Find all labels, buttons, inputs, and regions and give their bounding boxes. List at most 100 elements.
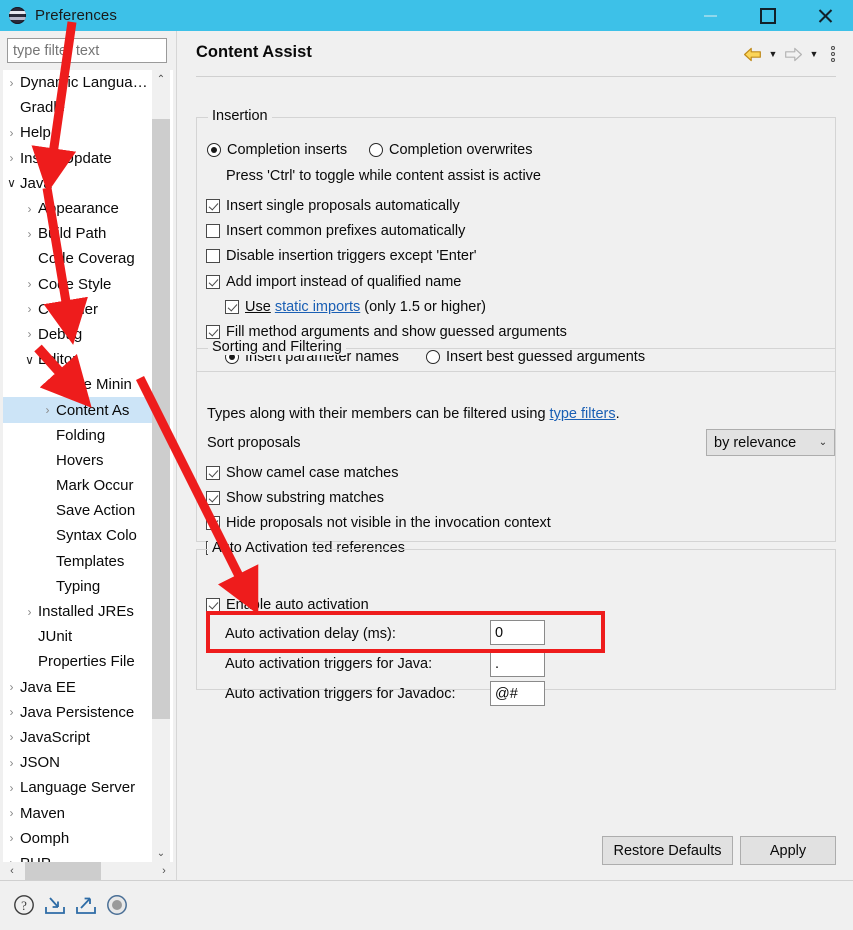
tree-item-javascript[interactable]: › JavaScript — [3, 725, 155, 750]
tree-item-maven[interactable]: › Maven — [3, 800, 155, 825]
tree-item-install-update[interactable]: › Install/Update — [3, 146, 155, 171]
close-button[interactable] — [796, 0, 853, 31]
back-history-caret-icon[interactable]: ▼ — [764, 43, 782, 65]
tree-vertical-scrollbar[interactable]: ⌃ ⌄ — [152, 70, 170, 862]
tree-item-dynamic-langua[interactable]: › Dynamic Langua… — [3, 70, 155, 95]
sort-proposals-dropdown[interactable]: by relevance ⌄ — [706, 429, 835, 456]
hide-proposals-checkbox[interactable]: Hide proposals not visible in the invoca… — [206, 515, 551, 531]
tree-item-java-persistence[interactable]: › Java Persistence — [3, 700, 155, 725]
tree-item-debug[interactable]: › Debug — [3, 322, 155, 347]
vertical-scroll-thumb[interactable] — [152, 119, 170, 719]
filter-input[interactable]: type filter text — [7, 38, 167, 63]
tree-item-code-style[interactable]: › Code Style — [3, 272, 155, 297]
chevron-right-icon[interactable]: › — [21, 328, 38, 340]
tree-item-templates[interactable]: Templates — [3, 549, 155, 574]
chevron-right-icon[interactable]: › — [3, 127, 20, 139]
tree-item-mark-occur[interactable]: Mark Occur — [3, 473, 155, 498]
chevron-down-icon[interactable]: ∨ — [21, 354, 38, 366]
tree-item-build-path[interactable]: › Build Path — [3, 221, 155, 246]
tree-item-typing[interactable]: Typing — [3, 574, 155, 599]
tree-item-java[interactable]: ∨ Java — [3, 171, 155, 196]
chevron-right-icon[interactable]: › — [21, 278, 38, 290]
view-menu-icon[interactable] — [825, 43, 841, 65]
description-suffix: . — [615, 406, 620, 422]
tree-item-json[interactable]: › JSON — [3, 750, 155, 775]
tree-item-label: Save Action — [56, 502, 136, 520]
chevron-right-icon[interactable]: › — [3, 152, 20, 164]
add-import-checkbox[interactable]: Add import instead of qualified name — [206, 274, 461, 290]
type-filters-link[interactable]: type filters — [550, 406, 616, 422]
scroll-left-icon[interactable]: ‹ — [3, 862, 21, 880]
apply-button[interactable]: Apply — [740, 836, 836, 865]
tree-item-help[interactable]: › Help — [3, 120, 155, 145]
scroll-up-icon[interactable]: ⌃ — [152, 70, 170, 88]
fill-method-arguments-checkbox[interactable]: Fill method arguments and show guessed a… — [206, 324, 567, 340]
insert-common-prefixes-checkbox[interactable]: Insert common prefixes automatically — [206, 223, 465, 239]
tree-item-content-as[interactable]: › Content As — [3, 397, 155, 423]
tree-item-label: Mark Occur — [56, 477, 134, 495]
completion-overwrites-radio[interactable]: Completion overwrites — [369, 142, 532, 158]
show-substring-checkbox[interactable]: Show substring matches — [206, 490, 384, 506]
chevron-right-icon[interactable]: › — [3, 757, 20, 769]
chevron-right-icon[interactable]: › — [3, 807, 20, 819]
auto-activation-triggers-javadoc-input[interactable]: @# — [490, 681, 545, 706]
scroll-down-icon[interactable]: ⌄ — [152, 844, 170, 862]
chevron-right-icon[interactable]: › — [21, 228, 38, 240]
disable-insertion-triggers-checkbox[interactable]: Disable insertion triggers except 'Enter… — [206, 248, 477, 264]
import-icon[interactable] — [43, 893, 67, 917]
checkbox-indicator — [206, 224, 220, 238]
tree-item-label: Java EE — [20, 678, 76, 696]
help-icon[interactable]: ? — [12, 893, 36, 917]
static-imports-suffix: (only 1.5 or higher) — [364, 299, 486, 315]
tree-item-code-coverag[interactable]: Code Coverag — [3, 246, 155, 271]
tree-item-gradle[interactable]: Gradle — [3, 95, 155, 120]
chevron-right-icon[interactable]: › — [3, 706, 20, 718]
tree-item-label: JavaScript — [20, 728, 91, 746]
tree-item-oomph[interactable]: › Oomph — [3, 826, 155, 851]
restore-defaults-button[interactable]: Restore Defaults — [602, 836, 733, 865]
tree-item-save-action[interactable]: Save Action — [3, 498, 155, 523]
chevron-right-icon[interactable]: › — [3, 77, 20, 89]
chevron-right-icon[interactable]: › — [3, 731, 20, 743]
title-bar: Preferences — [0, 0, 853, 31]
chevron-right-icon[interactable]: › — [3, 782, 20, 794]
minimize-button[interactable] — [682, 0, 739, 31]
tree-item-editor[interactable]: ∨ Editor — [3, 347, 155, 372]
tree-item-compiler[interactable]: › Compiler — [3, 297, 155, 322]
tree-item-code-minin[interactable]: Code Minin — [3, 372, 155, 397]
description-text: Types along with their members can be fi… — [207, 406, 546, 422]
tree-item-label: Debug — [38, 325, 83, 343]
chevron-right-icon[interactable]: › — [3, 681, 20, 693]
tree-item-appearance[interactable]: › Appearance — [3, 196, 155, 221]
tree-horizontal-scrollbar[interactable]: ‹ › — [3, 862, 173, 880]
oomph-recorder-icon[interactable] — [105, 893, 129, 917]
show-camel-case-checkbox[interactable]: Show camel case matches — [206, 465, 398, 481]
tree-item-java-ee[interactable]: › Java EE — [3, 675, 155, 700]
tree-item-syntax-colo[interactable]: Syntax Colo — [3, 523, 155, 548]
tree-item-folding[interactable]: Folding — [3, 423, 155, 448]
export-icon[interactable] — [74, 893, 98, 917]
tree-item-php[interactable]: ›PHP — [3, 851, 155, 862]
preferences-tree: › Dynamic Langua… Gradle › Help › Install/Upda… — [3, 70, 173, 862]
use-static-imports-checkbox[interactable]: Use static imports (only 1.5 or higher) — [225, 299, 486, 315]
tree-item-language-server[interactable]: › Language Server — [3, 775, 155, 800]
horizontal-scroll-thumb[interactable] — [25, 862, 101, 880]
preferences-sidebar: type filter text › Dynamic Langua… Gradle ›… — [0, 31, 176, 880]
chevron-right-icon[interactable]: › — [21, 303, 38, 315]
back-arrow-icon[interactable] — [741, 43, 764, 65]
completion-inserts-radio[interactable]: Completion inserts — [207, 142, 347, 158]
chevron-right-icon[interactable]: › — [21, 606, 38, 618]
tree-item-junit[interactable]: JUnit — [3, 624, 155, 649]
insert-single-proposals-checkbox[interactable]: Insert single proposals automatically — [206, 198, 460, 214]
chevron-right-icon[interactable]: › — [3, 832, 20, 844]
static-imports-link[interactable]: static imports — [275, 299, 360, 315]
chevron-down-icon[interactable]: ∨ — [3, 177, 20, 189]
tree-item-properties-file[interactable]: Properties File — [3, 649, 155, 674]
chevron-right-icon[interactable]: › — [39, 404, 56, 416]
maximize-button[interactable] — [739, 0, 796, 31]
tree-item-hovers[interactable]: Hovers — [3, 448, 155, 473]
tree-item-installed-jres[interactable]: › Installed JREs — [3, 599, 155, 624]
scroll-right-icon[interactable]: › — [155, 862, 173, 880]
auto-activation-triggers-java-input[interactable]: . — [490, 650, 545, 677]
chevron-right-icon[interactable]: › — [21, 203, 38, 215]
